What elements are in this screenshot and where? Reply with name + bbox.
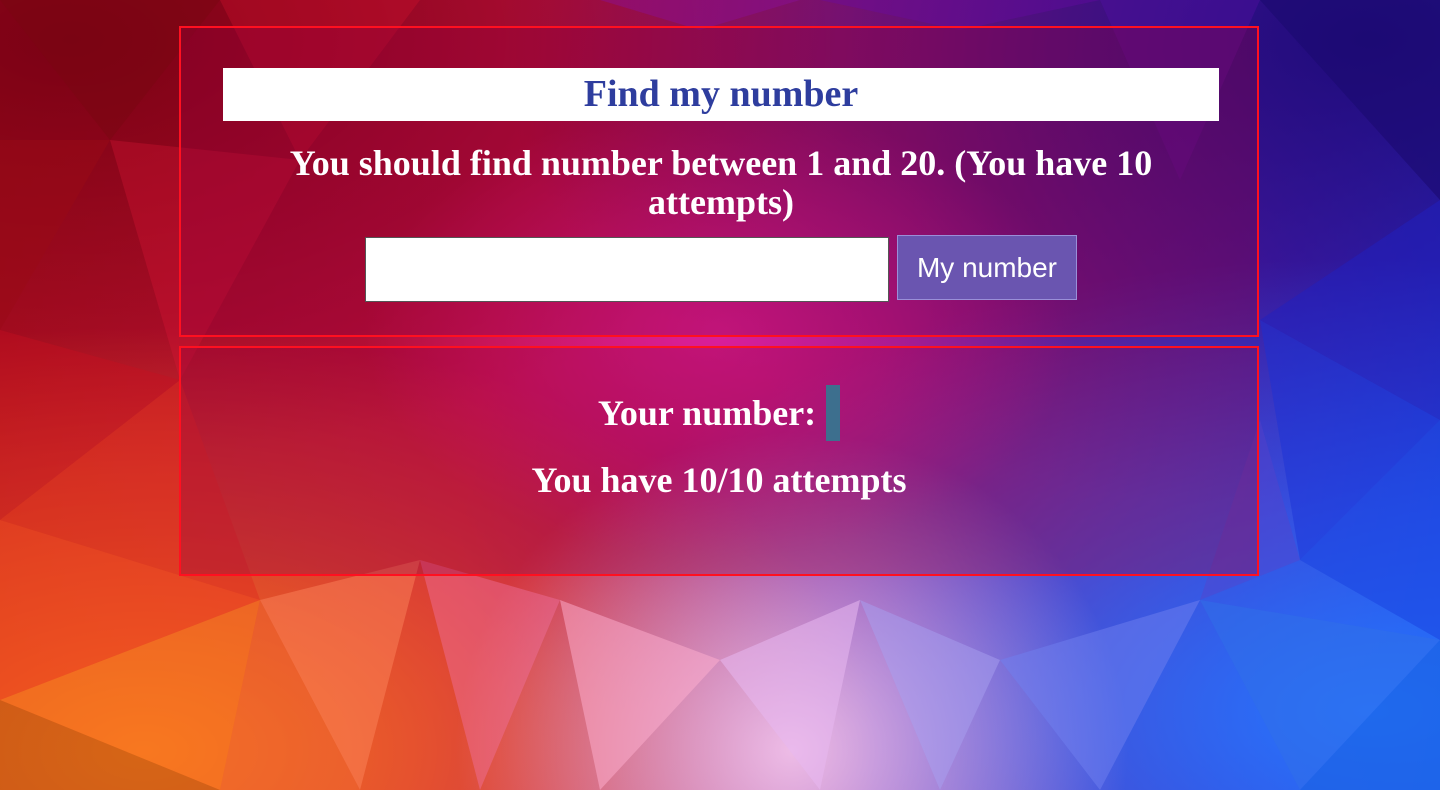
your-number-label: Your number:	[597, 393, 817, 433]
game-panel: Find my number You should find number be…	[179, 26, 1259, 337]
result-panel: Your number: You have 10/10 attempts	[179, 346, 1259, 576]
game-instructions: You should find number between 1 and 20.…	[289, 143, 1153, 222]
your-number-value	[826, 385, 841, 441]
your-number-row: Your number:	[181, 385, 1257, 441]
game-title: Find my number	[223, 68, 1219, 121]
guess-input[interactable]	[365, 237, 889, 302]
my-number-button[interactable]: My number	[897, 235, 1077, 300]
attempts-counter: You have 10/10 attempts	[531, 460, 907, 500]
